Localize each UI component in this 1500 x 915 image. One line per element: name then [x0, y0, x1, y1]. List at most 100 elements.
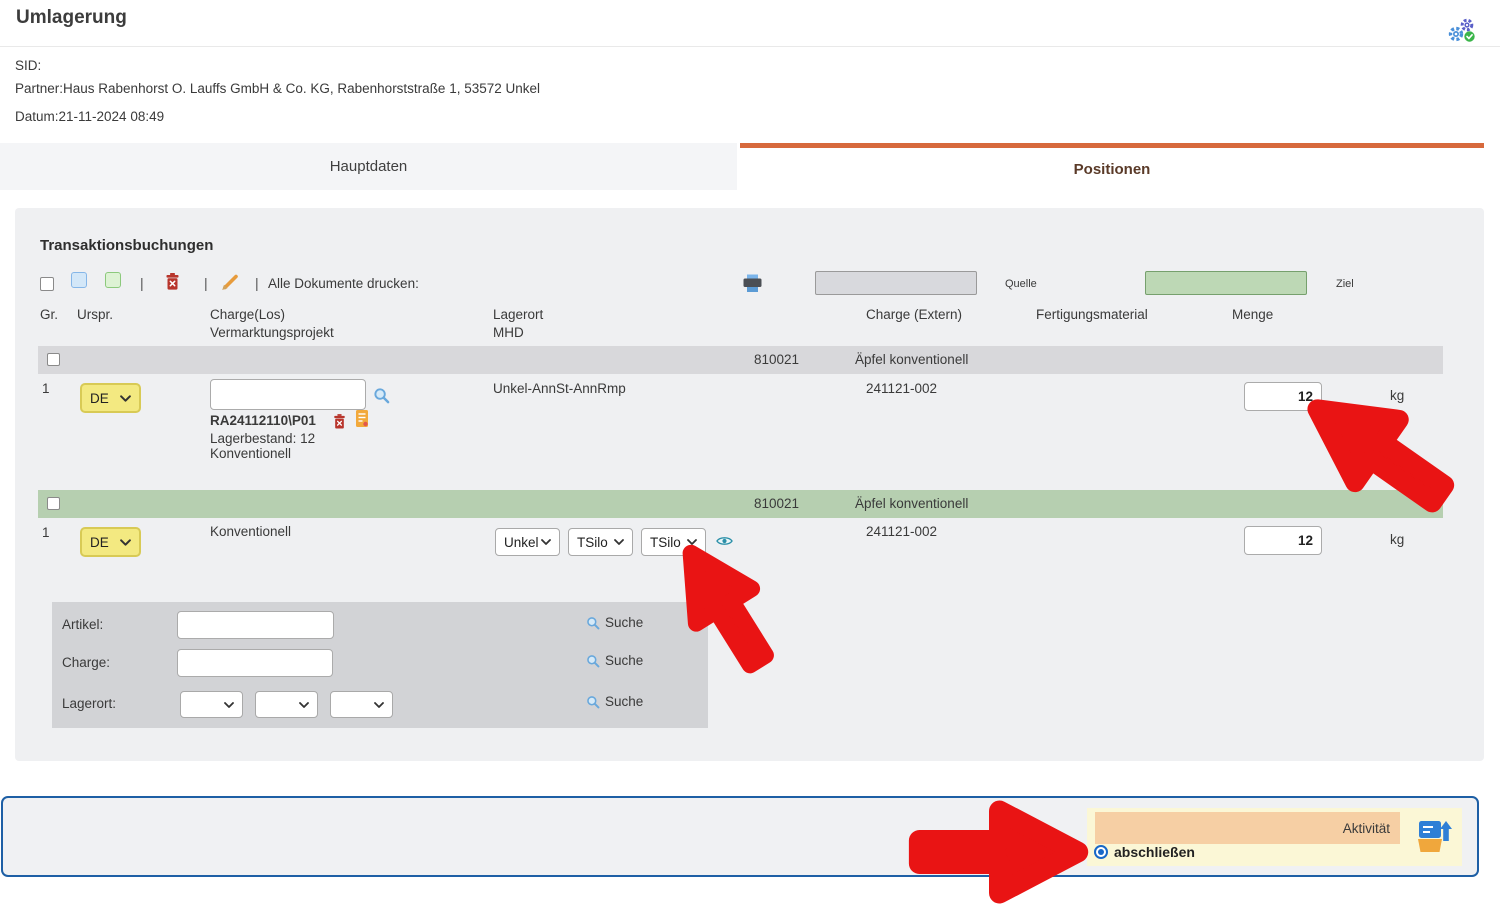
ziel-legend-box: [1145, 271, 1307, 295]
abschliessen-radio[interactable]: [1094, 845, 1108, 859]
row-2-menge-input[interactable]: [1244, 526, 1322, 555]
chevron-down-icon: [120, 395, 131, 402]
row-1-urspr-select[interactable]: DE: [80, 383, 141, 413]
group-1-artikel: Äpfel konventionell: [855, 352, 968, 367]
row-1-lagerbestand: Lagerbestand: 12: [210, 431, 315, 446]
chevron-down-icon: [614, 539, 624, 545]
group-1-artikel-nr: 810021: [754, 352, 799, 367]
col-gr: Gr.: [40, 307, 58, 322]
col-charge-los: Charge(Los): [210, 307, 285, 322]
abschliessen-label: abschließen: [1114, 844, 1195, 860]
row-1-charge-search-icon[interactable]: [373, 387, 390, 404]
ziel-label: Ziel: [1336, 278, 1354, 290]
tab-hauptdaten-label: Hauptdaten: [330, 158, 408, 175]
chevron-down-icon: [224, 702, 234, 708]
lagerort-label: Lagerort:: [62, 696, 116, 711]
quelle-legend-box: [815, 271, 977, 295]
row-2-lagerort-select-2[interactable]: TSilo: [568, 528, 633, 556]
chevron-down-icon: [120, 539, 131, 546]
search-icon: [586, 695, 600, 709]
col-charge-extern: Charge (Extern): [866, 307, 962, 322]
activity-header: Aktivität: [1095, 812, 1400, 844]
radio-dot: [1098, 849, 1104, 855]
toolbar-separator-1: |: [140, 275, 144, 291]
row-2-qualitaet: Konventionell: [210, 524, 291, 539]
lagerort-suche-button[interactable]: Suche: [586, 694, 643, 709]
search-icon: [586, 654, 600, 668]
chevron-down-icon: [541, 539, 551, 545]
row-1-qualitaet: Konventionell: [210, 446, 291, 461]
row-1-charge-input[interactable]: [210, 379, 366, 410]
col-vermarktungsprojekt: Vermarktungsprojekt: [210, 325, 334, 340]
group-row-1: [38, 346, 1443, 374]
chevron-down-icon: [374, 702, 384, 708]
row-1-urspr-value: DE: [90, 391, 109, 406]
submit-box-icon[interactable]: [1412, 813, 1452, 858]
row-1-lagerort: Unkel-AnnSt-AnnRmp: [493, 381, 626, 396]
copy-blue-icon[interactable]: [71, 272, 87, 288]
edit-pencil-icon[interactable]: [220, 272, 240, 292]
row-1-charge-extern: 241121-002: [866, 381, 937, 396]
print-icon[interactable]: [742, 274, 763, 293]
datum-line: Datum:21-11-2024 08:49: [15, 109, 164, 124]
row-1-delete-lot-icon[interactable]: [333, 414, 346, 429]
row-2-urspr-value: DE: [90, 535, 109, 550]
col-urspr: Urspr.: [77, 307, 113, 322]
select-all-checkbox[interactable]: [40, 277, 54, 291]
artikel-suche-button[interactable]: Suche: [586, 615, 643, 630]
col-lagerort: Lagerort: [493, 307, 543, 322]
gears-icon[interactable]: [1446, 16, 1478, 44]
activity-header-label: Aktivität: [1343, 821, 1390, 836]
group-1-checkbox[interactable]: [47, 353, 60, 366]
quelle-label: Quelle: [1005, 278, 1037, 290]
col-mhd: MHD: [493, 325, 524, 340]
print-all-label: Alle Dokumente drucken:: [268, 276, 419, 291]
charge-input[interactable]: [177, 649, 333, 677]
row-1-menge-input[interactable]: [1244, 382, 1322, 411]
group-row-2: [38, 490, 1443, 518]
row-1-note-icon[interactable]: [355, 409, 369, 428]
tab-positionen[interactable]: Positionen: [740, 143, 1484, 190]
row-2-gr: 1: [42, 525, 50, 540]
group-2-checkbox[interactable]: [47, 497, 60, 510]
col-menge: Menge: [1232, 307, 1273, 322]
toolbar-separator-3: |: [255, 275, 259, 291]
toolbar-separator-2: |: [204, 275, 208, 291]
group-2-artikel-nr: 810021: [754, 496, 799, 511]
row-1-gr: 1: [42, 381, 50, 396]
lagerort-filter-select-3[interactable]: [330, 691, 393, 718]
row-2-lagerort-select-3[interactable]: TSilo: [641, 528, 706, 556]
umlagerung-screen: Umlagerung SID: Partner:Haus Rabenhorst …: [0, 0, 1500, 915]
chevron-down-icon: [687, 539, 697, 545]
row-1-einheit: kg: [1390, 388, 1404, 403]
page-title: Umlagerung: [16, 7, 127, 29]
row-2-lagerort-3-value: TSilo: [650, 535, 681, 550]
lagerort-suche-label: Suche: [605, 694, 643, 709]
charge-suche-button[interactable]: Suche: [586, 653, 643, 668]
partner-line: Partner:Haus Rabenhorst O. Lauffs GmbH &…: [15, 81, 540, 96]
chevron-down-icon: [299, 702, 309, 708]
tab-hauptdaten[interactable]: Hauptdaten: [0, 143, 737, 190]
row-1-charge-lot: RA24112110\P01: [210, 413, 316, 428]
col-fertigungsmaterial: Fertigungsmaterial: [1036, 307, 1148, 322]
row-2-urspr-select[interactable]: DE: [80, 527, 141, 557]
delete-icon[interactable]: [165, 273, 180, 290]
header-divider: [0, 46, 1500, 47]
row-2-lagerort-select-1[interactable]: Unkel: [495, 528, 560, 556]
row-2-charge-extern: 241121-002: [866, 524, 937, 539]
group-2-artikel: Äpfel konventionell: [855, 496, 968, 511]
lagerort-filter-select-1[interactable]: [180, 691, 243, 718]
copy-green-icon[interactable]: [105, 272, 121, 288]
charge-suche-label: Suche: [605, 653, 643, 668]
row-2-einheit: kg: [1390, 532, 1404, 547]
lagerort-filter-select-2[interactable]: [255, 691, 318, 718]
artikel-input[interactable]: [177, 611, 334, 639]
row-2-lagerort-2-value: TSilo: [577, 535, 608, 550]
row-2-eye-icon[interactable]: [716, 535, 733, 547]
sid-line: SID:: [15, 58, 41, 73]
charge-label: Charge:: [62, 655, 110, 670]
transactions-title: Transaktionsbuchungen: [40, 237, 213, 254]
search-icon: [586, 616, 600, 630]
row-2-lagerort-1-value: Unkel: [504, 535, 539, 550]
artikel-label: Artikel:: [62, 617, 103, 632]
